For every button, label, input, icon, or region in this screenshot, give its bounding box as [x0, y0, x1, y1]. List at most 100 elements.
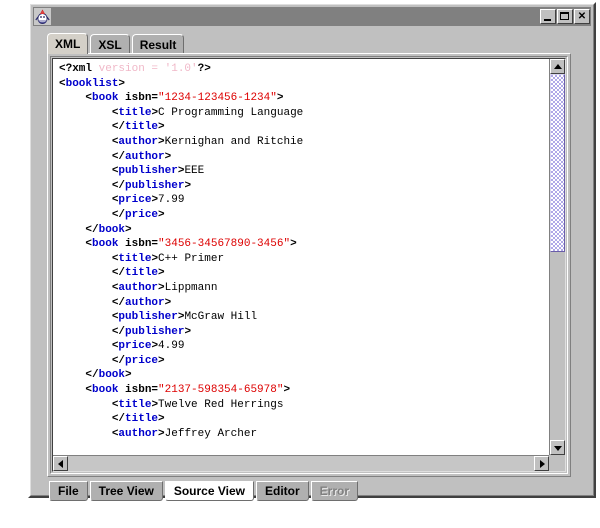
horizontal-scrollbar[interactable]: [53, 455, 549, 471]
code-token-pnct: >: [283, 384, 290, 396]
code-token-tag: author: [125, 151, 165, 163]
editor-bevel-outer: <?xml version = '1.0'?><booklist> <book …: [50, 56, 568, 474]
code-indent: [59, 399, 112, 411]
code-indent: [59, 224, 85, 236]
code-line: <author>Kernighan and Ritchie: [59, 135, 549, 150]
duke-mascot-svg: [34, 8, 51, 25]
code-token-tag: book: [92, 92, 118, 104]
code-token-pnct: >: [158, 209, 165, 221]
maximize-icon: [560, 12, 569, 20]
code-token-txt: C++ Primer: [158, 253, 224, 265]
scroll-down-arrow-icon: [554, 446, 562, 451]
top-tab-bar: XML XSL Result: [47, 33, 186, 54]
code-token-tag: book: [92, 384, 118, 396]
code-indent: [59, 92, 85, 104]
code-indent: [59, 194, 112, 206]
code-line: </title>: [59, 266, 549, 281]
code-token-tag: title: [118, 107, 151, 119]
vertical-scrollbar-thumb[interactable]: [550, 74, 565, 252]
code-line: <title>Twelve Red Herrings: [59, 398, 549, 413]
close-icon: ✕: [575, 10, 589, 23]
code-indent: [59, 282, 112, 294]
scroll-right-arrow-icon: [540, 460, 545, 468]
bottom-tab-editor[interactable]: Editor: [256, 481, 309, 501]
code-token-pnct: </: [112, 413, 125, 425]
code-line: </author>: [59, 296, 549, 311]
code-token-tag: price: [118, 194, 151, 206]
code-token-tag: publisher: [125, 180, 184, 192]
code-line: </price>: [59, 208, 549, 223]
vertical-scrollbar[interactable]: [549, 59, 565, 455]
bottom-tab-source-view[interactable]: Source View: [165, 481, 254, 501]
code-token-txt: Twelve Red Herrings: [158, 399, 283, 411]
code-token-pnct: >: [125, 369, 132, 381]
application-window: ✕ XMLXSLResult <?xml version = '1.0'?><b…: [28, 2, 596, 498]
scroll-up-button[interactable]: [550, 59, 565, 74]
bottom-tab-bar: FileTree ViewSource ViewEditorError: [49, 481, 360, 502]
code-token-pnct: <: [59, 78, 66, 90]
code-token-pnct: >: [184, 326, 191, 338]
code-token-tag: title: [125, 121, 158, 133]
code-line: <title>C Programming Language: [59, 106, 549, 121]
scroll-left-button[interactable]: [53, 456, 68, 471]
code-indent: [59, 180, 112, 192]
code-token-val: "3456-34567890-3456": [158, 238, 290, 250]
code-token-val: "1234-123456-1234": [158, 92, 277, 104]
code-token-tag: author: [118, 136, 158, 148]
code-token-tag: price: [125, 209, 158, 221]
code-viewport[interactable]: <?xml version = '1.0'?><booklist> <book …: [53, 59, 549, 455]
xml-source-code[interactable]: <?xml version = '1.0'?><booklist> <book …: [53, 59, 549, 441]
vertical-scrollbar-track[interactable]: [550, 74, 565, 440]
maximize-button[interactable]: [557, 9, 573, 24]
top-tab-xsl[interactable]: XSL: [90, 34, 129, 54]
title-bar[interactable]: ✕: [33, 7, 591, 26]
scroll-right-button[interactable]: [534, 456, 549, 471]
code-token-tag: author: [125, 297, 165, 309]
top-tab-label: XML: [55, 37, 80, 51]
code-line: </author>: [59, 150, 549, 165]
bottom-tab-file[interactable]: File: [49, 481, 88, 501]
code-token-txt: EEE: [184, 165, 204, 177]
close-button[interactable]: ✕: [574, 9, 590, 24]
code-token-txt: C Programming Language: [158, 107, 303, 119]
scroll-up-arrow-icon: [554, 64, 562, 69]
code-token-pnct: </: [112, 209, 125, 221]
code-indent: [59, 165, 112, 177]
code-token-tag: publisher: [125, 326, 184, 338]
code-token-tag: author: [118, 428, 158, 440]
code-token-faded: version = '1.0': [92, 63, 198, 75]
code-token-attr: isbn=: [118, 92, 158, 104]
code-token-pnct: </: [85, 369, 98, 381]
code-token-pnct: </: [112, 180, 125, 192]
code-indent: [59, 413, 112, 425]
code-line: <book isbn="1234-123456-1234">: [59, 91, 549, 106]
bottom-tab-tree-view[interactable]: Tree View: [90, 481, 163, 501]
code-line: </book>: [59, 223, 549, 238]
horizontal-scrollbar-track[interactable]: [68, 456, 534, 471]
minimize-button[interactable]: [540, 9, 556, 24]
top-tab-result[interactable]: Result: [132, 34, 185, 54]
top-tab-xml[interactable]: XML: [47, 33, 88, 54]
code-token-tag: price: [125, 355, 158, 367]
code-line: </publisher>: [59, 179, 549, 194]
code-token-tag: title: [125, 267, 158, 279]
code-token-pnct: >: [158, 413, 165, 425]
code-token-pnct: </: [112, 355, 125, 367]
code-token-txt: Kernighan and Ritchie: [165, 136, 304, 148]
window-inner-frame: ✕ XMLXSLResult <?xml version = '1.0'?><b…: [30, 4, 594, 496]
code-token-pnct: </: [112, 121, 125, 133]
code-indent: [59, 384, 85, 396]
code-token-tag: book: [99, 224, 125, 236]
code-line: <price>7.99: [59, 193, 549, 208]
code-indent: [59, 107, 112, 119]
code-line: <book isbn="2137-598354-65978">: [59, 383, 549, 398]
top-tab-label: Result: [140, 38, 177, 52]
code-indent: [59, 428, 112, 440]
bottom-tab-error: Error: [311, 481, 358, 501]
code-line: <author>Jeffrey Archer: [59, 427, 549, 442]
code-indent: [59, 151, 112, 163]
code-token-txt: Lippmann: [165, 282, 218, 294]
scroll-down-button[interactable]: [550, 440, 565, 455]
code-line: <booklist>: [59, 77, 549, 92]
code-token-pnct: </: [112, 151, 125, 163]
